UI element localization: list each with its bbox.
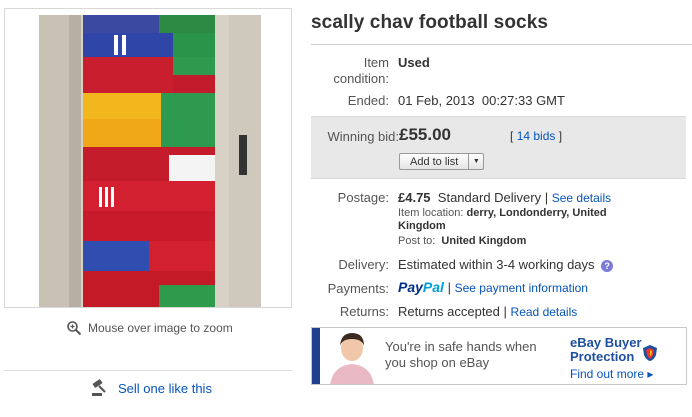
returns-value: Returns accepted | Read details [398, 304, 578, 319]
shield-icon [643, 345, 657, 361]
ended-time: 00:27:33 GMT [481, 93, 565, 108]
delivery-value: Estimated within 3-4 working days ? [398, 257, 614, 272]
zoom-icon [67, 321, 82, 336]
dropdown-caret-icon[interactable]: ▼ [469, 154, 483, 169]
ended-date: 01 Feb, 2013 [398, 93, 475, 108]
product-photo[interactable] [39, 15, 261, 307]
postage-value: £4.75 Standard Delivery | See details [398, 190, 612, 205]
buyer-protection-banner[interactable]: You're in safe hands when you shop on eB… [311, 327, 687, 385]
returns-read-details-link[interactable]: Read details [511, 305, 578, 319]
find-out-more-link[interactable]: Find out more ▸ [570, 367, 653, 381]
payment-info-link[interactable]: See payment information [455, 281, 588, 295]
bid-box: Winning bid: £55.00 [ 14 bids ] Add to l… [311, 116, 686, 179]
winning-bid-label: Winning bid: [327, 129, 399, 144]
item-title: scally chav football socks [311, 12, 549, 33]
delivery-label: Delivery: [338, 257, 389, 272]
paypal-logo: PayPal [398, 279, 444, 295]
winning-bid-amount: £55.00 [399, 125, 451, 144]
add-to-list-button[interactable]: Add to list ▼ [399, 153, 485, 170]
bid-history-link[interactable]: 14 bids [517, 129, 556, 143]
bid-count: [ 14 bids ] [510, 129, 563, 143]
sell-one-like-this[interactable]: Sell one like this [90, 378, 212, 398]
add-to-list-label[interactable]: Add to list [400, 154, 470, 169]
returns-label: Returns: [339, 304, 389, 319]
postage-label: Postage: [337, 190, 389, 205]
payments-label: Payments: [327, 281, 389, 296]
item-location: Item location: derry, Londonderry, Unite… [398, 207, 607, 232]
sell-link[interactable]: Sell one like this [118, 381, 212, 396]
zoom-text: Mouse over image to zoom [88, 321, 233, 335]
condition-value: Used [398, 55, 430, 70]
agent-avatar [330, 333, 374, 384]
post-to: Post to: United Kingdom [398, 235, 527, 247]
postage-method: Standard Delivery [437, 190, 542, 205]
banner-stripe [312, 328, 320, 384]
payments-value: PayPal | See payment information [398, 279, 588, 295]
product-image-frame[interactable] [4, 8, 292, 308]
postage-price: £4.75 [398, 190, 431, 205]
socks-photo-image [39, 15, 261, 307]
help-icon[interactable]: ? [601, 259, 614, 272]
buyer-protection-title: eBay Buyer Protection [570, 335, 642, 364]
title-divider [311, 44, 692, 45]
zoom-hint: Mouse over image to zoom [66, 320, 233, 336]
ended-value: 01 Feb, 2013 00:27:33 GMT [398, 93, 565, 108]
gavel-icon [92, 379, 106, 396]
postage-see-details-link[interactable]: See details [552, 191, 611, 205]
left-divider [4, 370, 292, 371]
ended-label: Ended: [347, 93, 389, 108]
condition-label: Item condition: [333, 55, 389, 86]
banner-message: You're in safe hands when you shop on eB… [385, 339, 537, 370]
